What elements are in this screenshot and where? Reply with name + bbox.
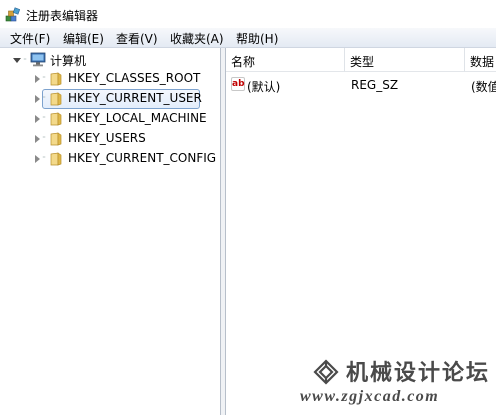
tree-connector: ·· [42,113,46,122]
tree-connector: ·· [42,133,46,142]
folder-icon [50,152,62,166]
tree-node-label: HKEY_LOCAL_MACHINE [68,111,207,125]
string-value-icon: ab [231,77,245,91]
registry-editor-icon [5,7,21,22]
watermark: 机械设计论坛 www.zgjxcad.com [300,352,496,415]
column-header-name[interactable]: 名称 [226,48,345,72]
menu-view[interactable]: 查看(V) [116,30,158,47]
tree-connector: ·· [23,55,27,64]
menu-help[interactable]: 帮助(H) [236,30,278,47]
tree-node-hkcu[interactable]: ·· HKEY_CURRENT_USER [30,90,220,108]
tree-node-hku[interactable]: ·· HKEY_USERS [30,130,220,148]
value-name: (默认) [247,80,281,94]
watermark-logo-icon [313,359,339,385]
folder-icon [50,112,62,126]
tree-node-label: HKEY_USERS [68,131,146,145]
value-data: (数值 [471,80,496,94]
value-type: REG_SZ [351,78,399,92]
tree-node-hklm[interactable]: ·· HKEY_LOCAL_MACHINE [30,110,220,128]
watermark-title: 机械设计论坛 [346,361,491,386]
menu-file[interactable]: 文件(F) [10,30,50,47]
tree-root-label: 计算机 [50,54,87,68]
menu-bar: 文件(F) 编辑(E) 查看(V) 收藏夹(A) 帮助(H) [0,28,496,48]
expand-arrow-icon[interactable] [35,115,40,123]
column-header-data[interactable]: 数据 [465,48,496,72]
tree-node-hkcc[interactable]: ·· HKEY_CURRENT_CONFIG [30,150,220,168]
column-header-type[interactable]: 类型 [345,48,465,72]
tree-connector: ·· [42,93,46,102]
folder-icon [50,92,62,106]
menu-favorites[interactable]: 收藏夹(A) [170,30,224,47]
tree-node-hkcr[interactable]: ·· HKEY_CLASSES_ROOT [30,70,220,88]
tree-connector: ·· [42,153,46,162]
tree-node-label: HKEY_CURRENT_CONFIG [68,151,217,165]
expand-arrow-icon[interactable] [35,75,40,83]
tree-root-computer[interactable]: ·· 计算机 [4,51,204,69]
expand-arrow-icon[interactable] [35,95,40,103]
collapse-arrow-icon[interactable] [13,58,21,63]
expand-arrow-icon[interactable] [35,155,40,163]
folder-icon [50,72,62,86]
tree-connector: ·· [42,73,46,82]
tree-node-label: HKEY_CURRENT_USER [68,91,202,105]
folder-icon [50,132,62,146]
tree-node-label: HKEY_CLASSES_ROOT [68,71,201,85]
title-bar: 注册表编辑器 [0,0,496,28]
window-title: 注册表编辑器 [26,9,99,23]
watermark-url: www.zgjxcad.com [300,388,440,405]
expand-arrow-icon[interactable] [35,135,40,143]
computer-icon [30,52,46,67]
menu-edit[interactable]: 编辑(E) [63,30,104,47]
